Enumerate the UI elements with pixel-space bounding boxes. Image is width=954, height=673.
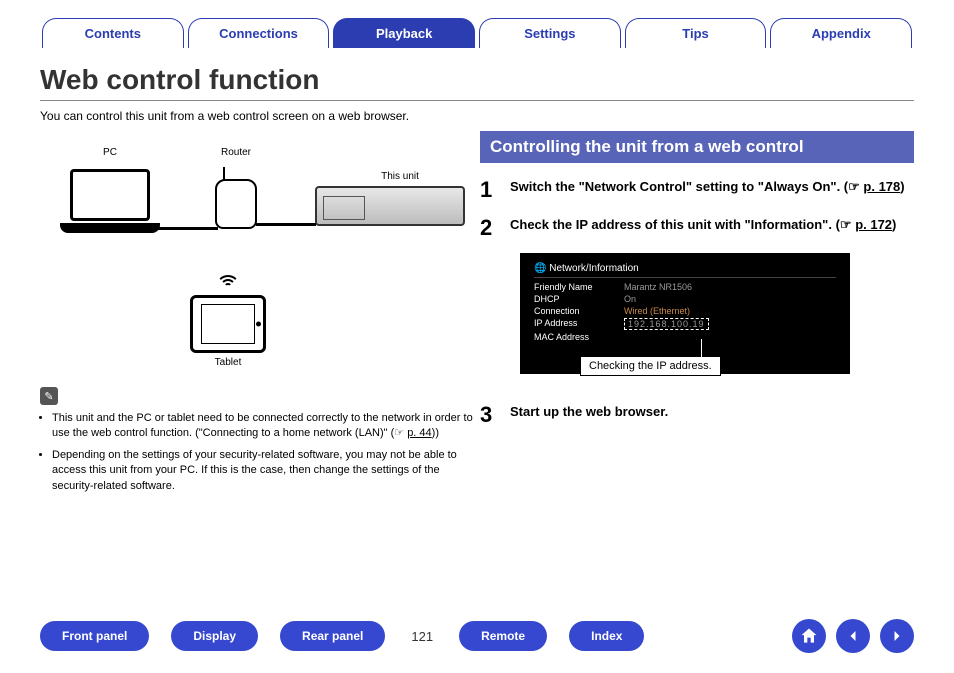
wire-router-unit (256, 223, 316, 226)
tablet-group: Tablet (190, 271, 266, 368)
tab-settings[interactable]: Settings (479, 18, 621, 48)
tab-playback[interactable]: Playback (333, 18, 475, 48)
section-header: Controlling the unit from a web control (480, 131, 914, 163)
ip-callout: Checking the IP address. (580, 356, 721, 376)
top-tabs: Contents Connections Playback Settings T… (0, 0, 954, 48)
note-bullet-2: Depending on the settings of your securi… (52, 448, 480, 494)
btn-rear-panel[interactable]: Rear panel (280, 621, 385, 651)
prev-icon[interactable] (836, 619, 870, 653)
step-2: 2 Check the IP address of this unit with… (480, 215, 914, 241)
step-3: 3 Start up the web browser. (480, 402, 914, 428)
pc-icon (60, 169, 160, 239)
router-icon (215, 169, 257, 229)
bottom-nav: Front panel Display Rear panel 121 Remot… (0, 619, 954, 653)
home-icon[interactable] (792, 619, 826, 653)
tab-contents[interactable]: Contents (42, 18, 184, 48)
info-panel-title: 🌐 Network/Information (534, 263, 836, 278)
intro-text: You can control this unit from a web con… (40, 109, 914, 123)
page-number: 121 (411, 629, 433, 644)
unit-icon (315, 186, 465, 226)
step-1: 1 Switch the "Network Control" setting t… (480, 177, 914, 203)
tab-appendix[interactable]: Appendix (770, 18, 912, 48)
note-bullets: This unit and the PC or tablet need to b… (52, 411, 480, 494)
tab-tips[interactable]: Tips (625, 18, 767, 48)
tab-connections[interactable]: Connections (188, 18, 330, 48)
connection-diagram: PC Router This unit Tablet (40, 141, 480, 381)
link-p178[interactable]: p. 178 (863, 179, 900, 194)
note-icon: ✎ (40, 387, 58, 405)
btn-display[interactable]: Display (171, 621, 258, 651)
pc-label: PC (90, 147, 130, 158)
btn-remote[interactable]: Remote (459, 621, 547, 651)
next-icon[interactable] (880, 619, 914, 653)
unit-label: This unit (370, 171, 430, 182)
link-p44[interactable]: p. 44 (407, 427, 431, 439)
page-title: Web control function (40, 64, 914, 101)
tablet-icon (190, 295, 266, 353)
wifi-icon (214, 271, 242, 291)
link-p172[interactable]: p. 172 (855, 217, 892, 232)
info-panel: 🌐 Network/Information Friendly NameMaran… (520, 253, 850, 374)
tablet-label: Tablet (190, 357, 266, 368)
router-label: Router (216, 147, 256, 158)
wire-pc-router (158, 227, 218, 230)
btn-front-panel[interactable]: Front panel (40, 621, 149, 651)
btn-index[interactable]: Index (569, 621, 644, 651)
note-bullet-1: This unit and the PC or tablet need to b… (52, 411, 480, 442)
